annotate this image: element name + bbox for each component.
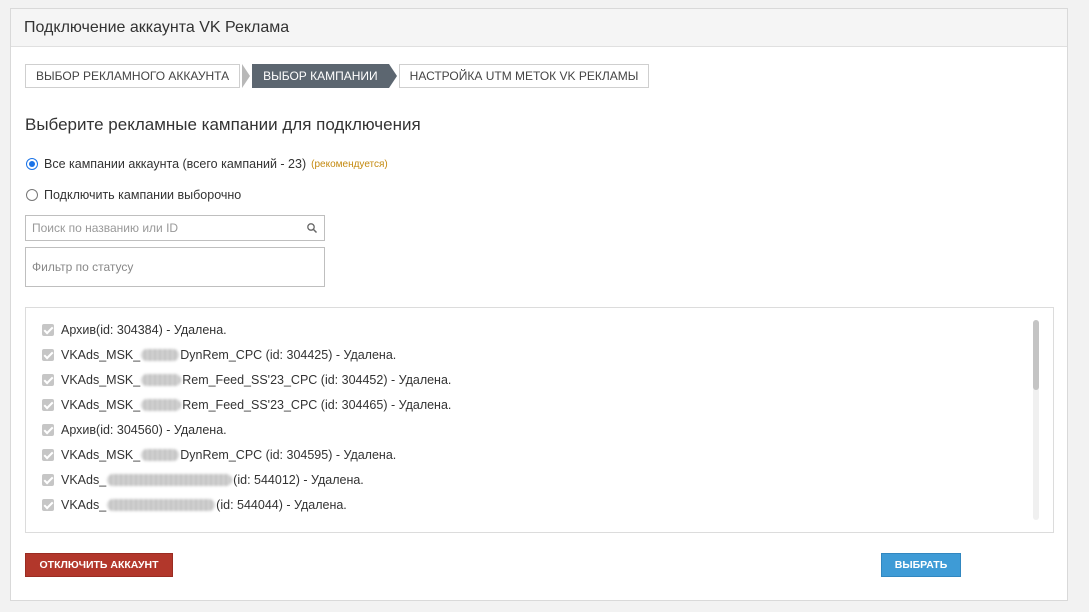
list-item[interactable]: VKAds_MSK_ DynRem_CPC (id: 304425) - Удал… [42,346,396,364]
scrollbar-thumb[interactable] [1033,320,1039,390]
checkbox-checked-disabled-icon [42,474,54,486]
campaign-name: Архив [61,323,97,337]
radio-checked-icon[interactable] [26,158,38,170]
redacted-text [107,499,216,511]
redacted-text [141,374,182,386]
campaign-meta: (id: 304384) - Удалена. [96,323,227,337]
list-scrollbar[interactable] [1033,320,1039,520]
disconnect-account-button[interactable]: Отключить аккаунт [25,553,173,577]
step-select-ad-account[interactable]: Выбор рекламного аккаунта [25,64,241,88]
campaign-meta: Rem_Feed_SS'23_CPC (id: 304452) - Удален… [182,373,452,387]
checkbox-checked-disabled-icon [42,399,54,411]
step-arrow-icon [242,64,251,88]
campaign-meta: (id: 544012) - Удалена. [233,473,364,487]
list-item[interactable]: VKAds_MSK_ DynRem_CPC (id: 304595) - Удал… [42,446,396,464]
campaign-meta: DynRem_CPC (id: 304425) - Удалена. [180,348,397,362]
select-button[interactable]: Выбрать [881,553,961,577]
radio-unchecked-icon[interactable] [26,189,38,201]
panel-title: Подключение аккаунта VK Реклама [11,9,1067,47]
checkbox-checked-disabled-icon [42,449,54,461]
list-item[interactable]: VKAds_MSK_ Rem_Feed_SS'23_CPC (id: 304452… [42,371,451,389]
recommended-note: (рекомендуется) [311,158,388,170]
list-item[interactable]: VKAds_ (id: 544044) - Удалена. [42,496,347,514]
list-item[interactable]: Архив (id: 304560) - Удалена. [42,421,227,439]
connect-account-panel: Подключение аккаунта VK Реклама Выбор ре… [10,8,1068,601]
campaign-search[interactable] [25,215,325,241]
step-select-campaign[interactable]: Выбор кампании [252,64,389,88]
redacted-text [107,474,233,486]
campaign-name: VKAds_MSK_ [61,398,141,412]
campaign-name: VKAds_ [61,473,107,487]
redacted-text [141,449,180,461]
checkbox-checked-disabled-icon [42,374,54,386]
campaign-meta: DynRem_CPC (id: 304595) - Удалена. [180,448,397,462]
campaign-meta: Rem_Feed_SS'23_CPC (id: 304465) - Удален… [182,398,452,412]
list-item[interactable]: VKAds_ (id: 544012) - Удалена. [42,471,364,489]
checkbox-checked-disabled-icon [42,424,54,436]
search-input[interactable] [26,216,308,240]
radio-selective-label: Подключить кампании выборочно [44,188,242,202]
radio-selective-campaigns[interactable]: Подключить кампании выборочно [26,188,241,202]
radio-all-campaigns[interactable]: Все кампании аккаунта (всего кампаний - … [26,157,388,171]
campaign-name: Архив [61,423,97,437]
campaign-name: VKAds_MSK_ [61,348,141,362]
campaign-name: VKAds_MSK_ [61,373,141,387]
step-utm-settings[interactable]: Настройка UTM меток VK Рекламы [398,64,650,88]
redacted-text [141,399,182,411]
checkbox-checked-disabled-icon [42,349,54,361]
campaign-list-viewport: Архив (id: 304384) - Удалена. VKAds_MSK_… [26,308,1036,532]
checkbox-checked-disabled-icon [42,499,54,511]
search-icon[interactable] [306,222,318,234]
campaign-meta: (id: 304560) - Удалена. [96,423,227,437]
campaign-name: VKAds_MSK_ [61,448,141,462]
list-item[interactable]: VKAds_MSK_ Rem_Feed_SS'23_CPC (id: 304465… [42,396,451,414]
section-title: Выберите рекламные кампании для подключе… [25,115,421,134]
list-item[interactable]: Архив (id: 304384) - Удалена. [42,321,227,339]
radio-all-label: Все кампании аккаунта (всего кампаний - … [44,157,307,171]
checkbox-checked-disabled-icon [42,324,54,336]
campaign-name: VKAds_ [61,498,107,512]
step-arrow-icon [388,64,397,88]
redacted-text [141,349,180,361]
campaign-meta: (id: 544044) - Удалена. [216,498,347,512]
status-filter[interactable]: Фильтр по статусу [25,247,325,287]
wizard-steps: Выбор рекламного аккаунта Выбор кампании… [25,64,650,88]
campaign-list: Архив (id: 304384) - Удалена. VKAds_MSK_… [25,307,1054,533]
